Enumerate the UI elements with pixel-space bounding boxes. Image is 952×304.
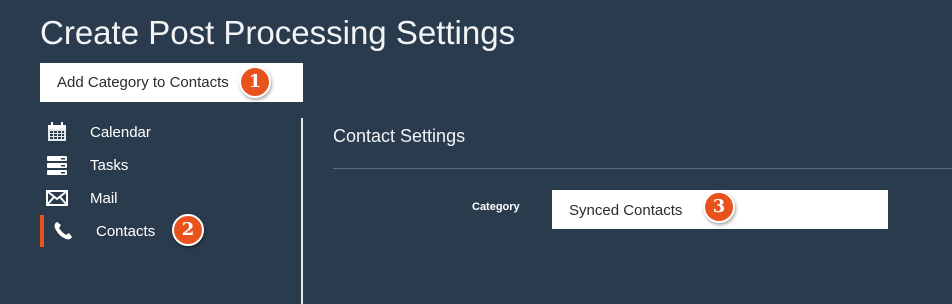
sidebar-item-mail[interactable]: Mail	[40, 182, 290, 214]
category-label: Category	[472, 201, 520, 213]
sidebar-item-label: Mail	[90, 189, 118, 207]
sidebar-item-label: Tasks	[90, 156, 129, 174]
sidebar-item-calendar[interactable]: Calendar	[40, 116, 290, 148]
sidebar-item-contacts[interactable]: Contacts	[40, 215, 290, 247]
mail-icon	[46, 187, 68, 209]
step-marker-2: 2	[172, 214, 204, 246]
step-marker-3: 3	[703, 191, 735, 223]
sidebar-item-label: Calendar	[90, 123, 151, 141]
tasks-icon	[46, 154, 68, 176]
sidebar-item-tasks[interactable]: Tasks	[40, 149, 290, 181]
section-divider	[333, 168, 952, 169]
vertical-divider	[301, 118, 303, 304]
section-title: Contact Settings	[333, 126, 466, 146]
sidebar-item-label: Contacts	[96, 222, 156, 240]
step-marker-1: 1	[239, 66, 271, 98]
phone-icon	[52, 220, 74, 242]
page-title: Create Post Processing Settings	[40, 14, 516, 51]
active-indicator	[40, 215, 44, 247]
calendar-icon	[46, 121, 68, 143]
